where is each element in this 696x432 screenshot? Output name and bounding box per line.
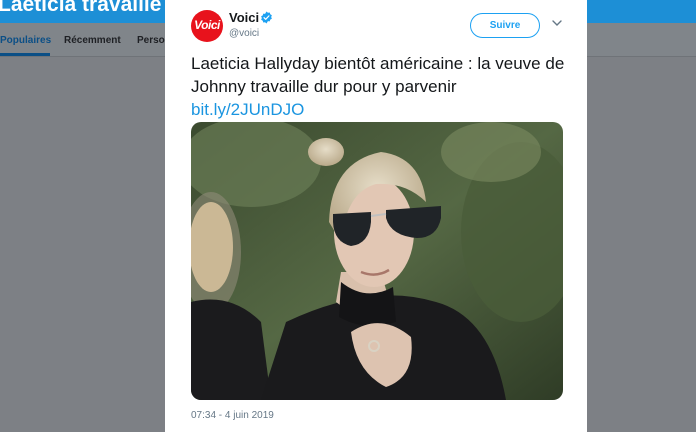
tweet-text: Laeticia Hallyday bientôt américaine : l… — [191, 54, 565, 96]
tweet-text-block: Laeticia Hallyday bientôt américaine : l… — [191, 52, 571, 121]
avatar-logo-text: Voici — [194, 18, 220, 32]
verified-badge-icon — [261, 11, 272, 24]
photo-illustration — [191, 122, 563, 400]
tab-perso[interactable]: Perso — [137, 35, 165, 46]
chevron-down-icon[interactable] — [552, 19, 562, 27]
tweet-timestamp[interactable]: 07:34 - 4 juin 2019 — [191, 410, 274, 421]
follow-button[interactable]: Suivre — [470, 13, 540, 38]
account-handle[interactable]: @voici — [229, 28, 259, 39]
tweet-link[interactable]: bit.ly/2JUnDJO — [191, 98, 571, 121]
avatar[interactable]: Voici — [191, 10, 223, 42]
tweet-photo[interactable] — [191, 122, 563, 400]
tweet-card: Voici Voici @voici Suivre Laeticia Hally… — [165, 0, 587, 432]
account-name[interactable]: Voici — [229, 10, 259, 25]
tab-recemment[interactable]: Récemment — [64, 35, 121, 46]
tab-populaires[interactable]: Populaires — [0, 35, 51, 46]
